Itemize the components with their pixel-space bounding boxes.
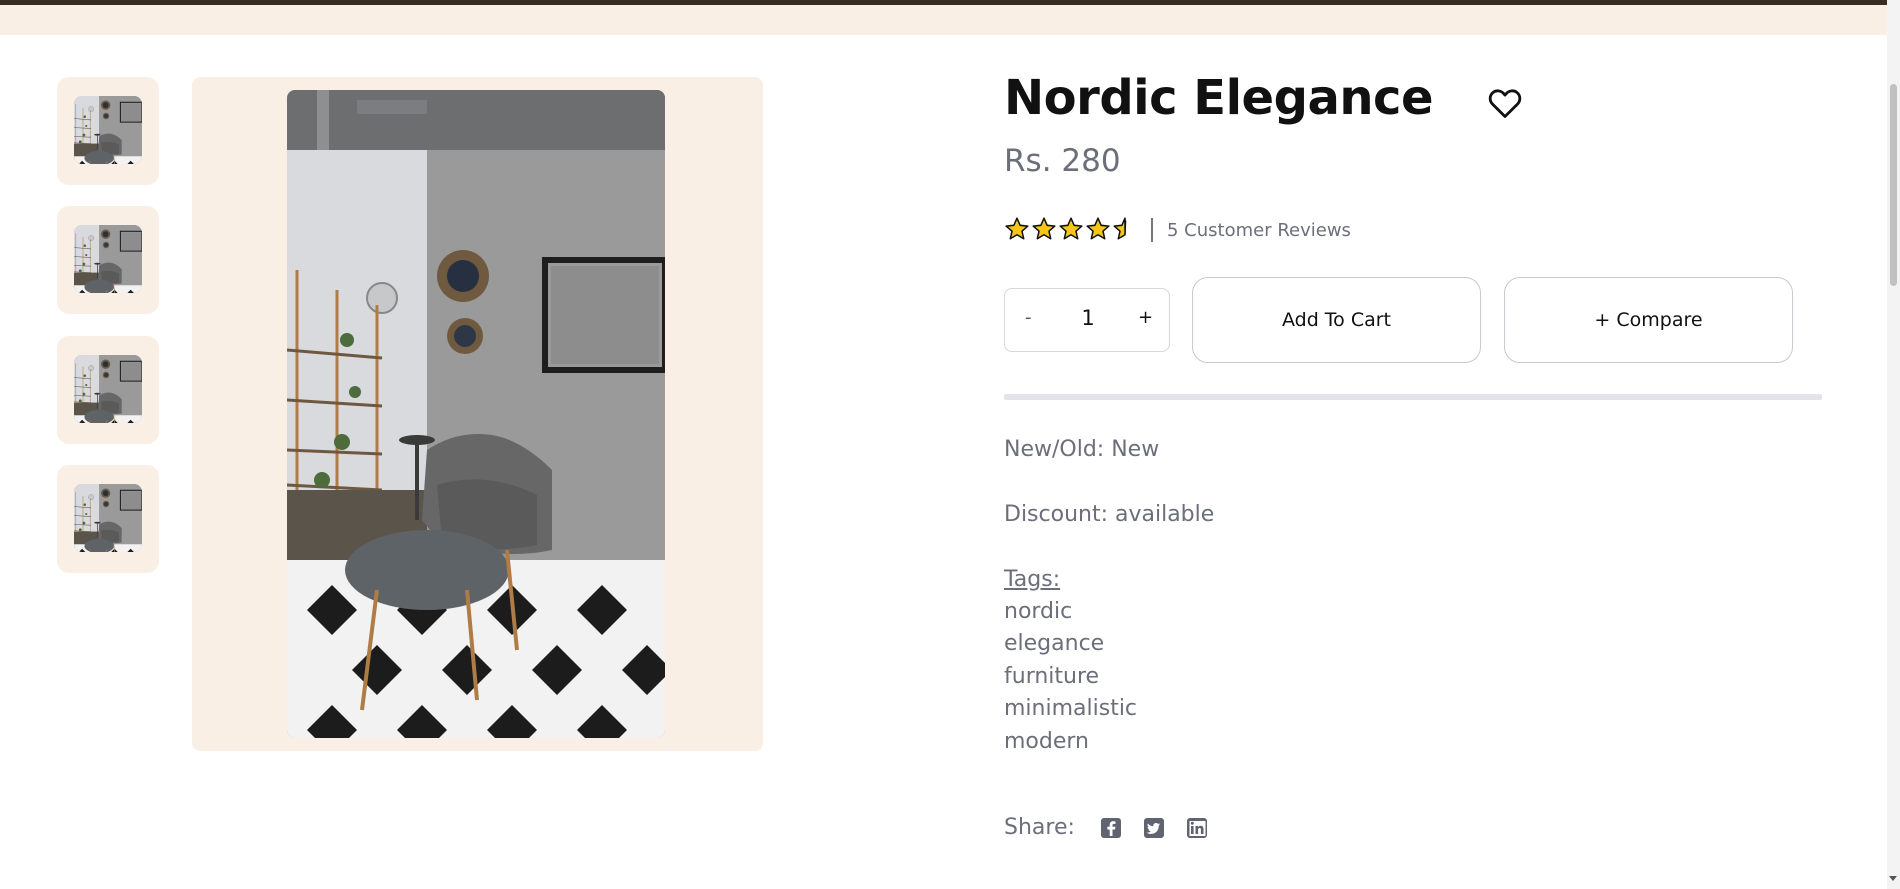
section-divider <box>1004 394 1822 400</box>
thumbnail-3[interactable] <box>57 336 159 444</box>
product-price: Rs. 280 <box>1004 143 1121 179</box>
thumbnail-image <box>74 225 142 293</box>
header-band <box>0 5 1900 35</box>
share-label: Share: <box>1004 815 1075 840</box>
decrease-quantity-button[interactable]: - <box>1025 307 1032 328</box>
compare-button[interactable]: + Compare <box>1504 277 1793 363</box>
discount-text: Discount: available <box>1004 502 1215 527</box>
facebook-icon[interactable] <box>1099 816 1123 840</box>
room-photo-thumbnail <box>74 225 142 293</box>
quantity-value[interactable]: 1 <box>1073 306 1103 330</box>
thumbnail-image <box>74 96 142 164</box>
main-product-image <box>287 90 665 738</box>
thumbnail-2[interactable] <box>57 206 159 314</box>
half-star-icon <box>1113 217 1127 240</box>
tags-label: Tags: <box>1004 567 1061 592</box>
condition-text: New/Old: New <box>1004 437 1160 462</box>
star-icon <box>1005 217 1029 240</box>
linkedin-icon[interactable] <box>1185 816 1209 840</box>
rating-divider <box>1151 218 1153 242</box>
increase-quantity-button[interactable]: + <box>1138 307 1153 328</box>
quantity-stepper: - 1 + <box>1004 288 1170 352</box>
room-photo <box>287 90 665 738</box>
star-icon <box>1086 217 1110 240</box>
twitter-icon[interactable] <box>1142 816 1166 840</box>
tag-item: minimalistic <box>1004 696 1138 721</box>
room-photo-thumbnail <box>74 355 142 423</box>
thumbnail-image <box>74 355 142 423</box>
rating-stars <box>1004 216 1138 244</box>
tag-item: furniture <box>1004 664 1100 689</box>
share-section: Share: <box>1004 815 1209 840</box>
page-scrollbar[interactable] <box>1887 0 1900 889</box>
scroll-down-arrow-icon[interactable] <box>1889 876 1897 881</box>
thumbnail-4[interactable] <box>57 465 159 573</box>
add-to-cart-button[interactable]: Add To Cart <box>1192 277 1481 363</box>
thumbnail-1[interactable] <box>57 77 159 185</box>
room-photo-thumbnail <box>74 96 142 164</box>
star-icon <box>1059 217 1083 240</box>
thumbnail-image <box>74 484 142 552</box>
tag-item: elegance <box>1004 631 1105 656</box>
tag-item: nordic <box>1004 599 1073 624</box>
customer-reviews-link[interactable]: 5 Customer Reviews <box>1167 220 1351 241</box>
main-image-frame <box>192 77 763 751</box>
star-icon <box>1032 217 1056 240</box>
tag-item: modern <box>1004 729 1089 754</box>
product-title: Nordic Elegance <box>1004 70 1434 126</box>
room-photo-thumbnail <box>74 484 142 552</box>
heart-icon[interactable] <box>1488 87 1522 119</box>
scrollbar-thumb[interactable] <box>1890 84 1897 286</box>
